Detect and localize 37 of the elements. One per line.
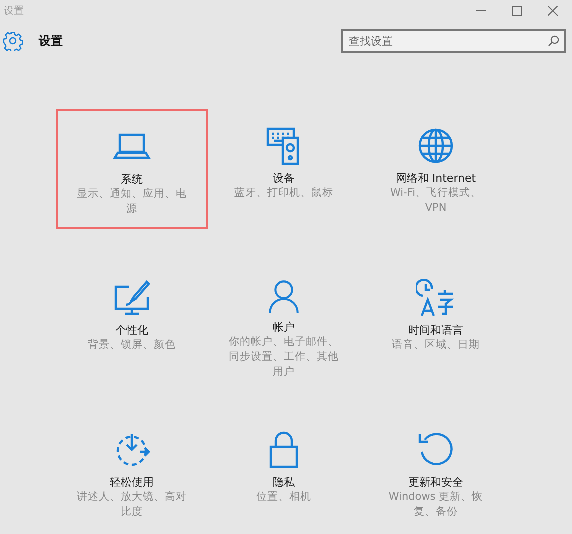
category-title: 更新和安全 <box>408 476 464 490</box>
category-description: 你的帐户、电子邮件、同步设置、工作、其他用户 <box>228 335 340 380</box>
category-title: 设备 <box>273 172 295 186</box>
category-description: 讲述人、放大镜、高对比度 <box>76 490 188 520</box>
settings-category[interactable]: 帐户 你的帐户、电子邮件、同步设置、工作、其他用户 <box>208 261 360 381</box>
settings-category[interactable]: 隐私 位置、相机 <box>208 413 360 533</box>
settings-category[interactable]: 轻松使用 讲述人、放大镜、高对比度 <box>56 413 208 533</box>
category-description: 显示、通知、应用、电源 <box>76 187 188 217</box>
category-description: 位置、相机 <box>256 490 312 505</box>
category-title: 网络和 Internet <box>396 172 476 186</box>
page-title: 设置 <box>39 32 63 50</box>
maximize-icon[interactable] <box>512 6 522 16</box>
settings-category[interactable]: 网络和 Internet Wi-Fi、飞行模式、VPN <box>360 109 512 229</box>
category-title: 个性化 <box>116 324 148 338</box>
category-description: Wi-Fi、飞行模式、VPN <box>389 186 483 216</box>
category-description: 背景、锁屏、颜色 <box>88 338 176 353</box>
clock-letter-icon <box>416 278 456 318</box>
settings-category[interactable]: 设备 蓝牙、打印机、鼠标 <box>208 109 360 229</box>
settings-category[interactable]: 更新和安全 Windows 更新、恢复、备份 <box>360 413 512 533</box>
search-field[interactable]: 查找设置 <box>341 29 566 53</box>
category-description: 语音、区域、日期 <box>392 338 480 353</box>
category-title: 轻松使用 <box>110 476 154 490</box>
monitor-brush-icon <box>112 278 152 318</box>
close-icon[interactable] <box>548 6 558 16</box>
window-title: 设置 <box>4 4 24 18</box>
category-title: 帐户 <box>273 321 295 335</box>
category-title: 时间和语言 <box>408 324 464 338</box>
category-description: 蓝牙、打印机、鼠标 <box>234 186 334 201</box>
category-title: 隐私 <box>273 476 295 490</box>
settings-icon <box>3 31 23 51</box>
category-title: 系统 <box>121 173 143 187</box>
globe-icon <box>416 126 456 166</box>
settings-category[interactable]: 时间和语言 语音、区域、日期 <box>360 261 512 381</box>
settings-category[interactable]: 个性化 背景、锁屏、颜色 <box>56 261 208 381</box>
search-icon[interactable] <box>548 35 560 47</box>
settings-category[interactable]: 系统 显示、通知、应用、电源 <box>56 109 208 229</box>
category-description: Windows 更新、恢复、备份 <box>388 490 484 520</box>
